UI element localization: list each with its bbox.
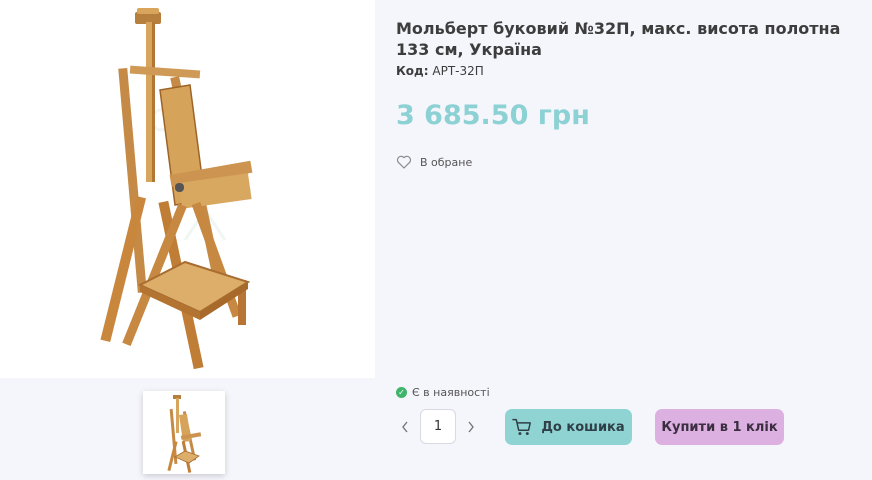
- product-code-label: Код:: [396, 64, 429, 78]
- check-circle-icon: ✓: [396, 387, 407, 398]
- quantity-increment-button[interactable]: [462, 409, 480, 444]
- quantity-decrement-button[interactable]: [396, 409, 414, 444]
- buy-one-click-button[interactable]: Купити в 1 клік: [655, 409, 784, 445]
- heart-icon: [396, 155, 412, 169]
- product-main-image[interactable]: [0, 0, 375, 378]
- add-to-cart-label: До кошика: [541, 419, 625, 435]
- quantity-stepper: [396, 409, 480, 444]
- chevron-right-icon: [468, 421, 474, 432]
- add-to-cart-button[interactable]: До кошика: [505, 409, 632, 445]
- product-gallery: [0, 0, 375, 480]
- easel-thumbnail-image: [167, 395, 202, 473]
- product-title: Мольберт буковий №32П, макс. висота поло…: [396, 19, 841, 59]
- add-to-favorites-button[interactable]: В обране: [396, 154, 472, 170]
- product-price: 3 685.50 грн: [396, 100, 590, 131]
- favorites-label: В обране: [420, 155, 473, 169]
- product-code-value: АРТ-32П: [432, 64, 484, 78]
- availability-status: ✓ Є в наявності: [396, 386, 490, 399]
- product-code: Код: АРТ-32П: [396, 64, 484, 78]
- easel-image: [100, 8, 253, 370]
- product-thumbnail[interactable]: [143, 391, 225, 474]
- quantity-input[interactable]: [420, 409, 456, 444]
- chevron-left-icon: [402, 421, 408, 432]
- buy-one-click-label: Купити в 1 клік: [661, 419, 778, 435]
- availability-label: Є в наявності: [412, 386, 490, 399]
- cart-icon: [512, 418, 532, 436]
